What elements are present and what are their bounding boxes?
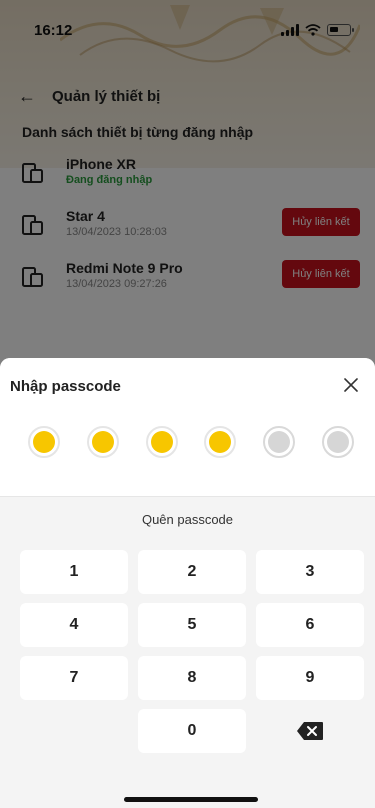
pin-dot-filled [86, 426, 119, 458]
key-0[interactable]: 0 [138, 709, 246, 753]
backspace-button[interactable] [256, 709, 364, 753]
key-7[interactable]: 7 [20, 656, 128, 700]
sheet-title: Nhập passcode [10, 378, 121, 395]
passcode-dots [28, 426, 354, 458]
pin-dot-filled [28, 426, 60, 458]
forgot-passcode-link[interactable]: Quên passcode [0, 496, 375, 542]
phone-screen: 16:12 ← Quản lý thiết bị Danh sách thiết… [0, 0, 375, 808]
passcode-header: Nhập passcode [0, 358, 375, 496]
passcode-sheet: Nhập passcode Quên passcode 1 2 3 4 5 6 … [0, 358, 375, 808]
backspace-icon [297, 722, 323, 740]
key-3[interactable]: 3 [256, 550, 364, 594]
key-8[interactable]: 8 [138, 656, 246, 700]
close-icon[interactable] [343, 377, 359, 393]
pin-dot-empty [321, 426, 354, 458]
key-5[interactable]: 5 [138, 603, 246, 647]
key-9[interactable]: 9 [256, 656, 364, 700]
pin-dot-filled [145, 426, 178, 458]
key-2[interactable]: 2 [138, 550, 246, 594]
key-6[interactable]: 6 [256, 603, 364, 647]
key-1[interactable]: 1 [20, 550, 128, 594]
pin-dot-filled [204, 426, 237, 458]
pin-dot-empty [263, 426, 296, 458]
key-4[interactable]: 4 [20, 603, 128, 647]
home-indicator [124, 797, 258, 802]
